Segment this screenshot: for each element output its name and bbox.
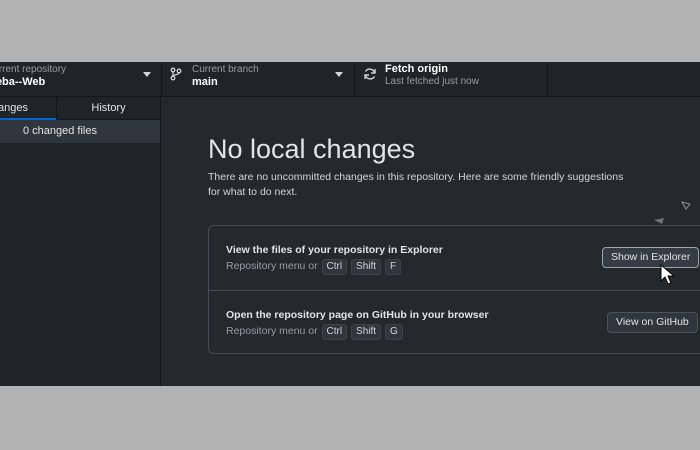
last-fetched-status: Last fetched just now bbox=[385, 76, 479, 87]
github-desktop-window: Current repository Heba--Web Current bra… bbox=[0, 62, 700, 386]
chevron-down-icon bbox=[335, 72, 343, 77]
page-description: There are no uncommitted changes in this… bbox=[208, 171, 624, 198]
view-on-github-button[interactable]: View on GitHub bbox=[607, 312, 698, 333]
suggestion-view-on-github: Open the repository page on GitHub in yo… bbox=[209, 290, 700, 355]
suggestions-panel: View the files of your repository in Exp… bbox=[208, 225, 700, 354]
show-in-explorer-button[interactable]: Show in Explorer bbox=[602, 247, 700, 268]
current-branch-name: main bbox=[192, 76, 218, 88]
toolbar: Current repository Heba--Web Current bra… bbox=[0, 62, 700, 97]
page-title: No local changes bbox=[208, 134, 416, 164]
current-repository-name: Heba--Web bbox=[0, 76, 46, 88]
chevron-down-icon bbox=[143, 72, 151, 77]
tab-changes-label: Changes bbox=[0, 102, 29, 114]
branch-icon bbox=[170, 67, 182, 81]
changed-files-header: 0 changed files bbox=[0, 120, 160, 143]
current-branch-dropdown[interactable]: Current branch main bbox=[162, 62, 355, 96]
kbd-key: F bbox=[384, 259, 402, 275]
sync-icon bbox=[364, 68, 376, 80]
tab-history-label: History bbox=[91, 102, 126, 114]
fetch-origin-button[interactable]: Fetch origin Last fetched just now bbox=[355, 62, 548, 96]
kbd-ctrl: Ctrl bbox=[321, 259, 348, 275]
suggestion-title: View the files of your repository in Exp… bbox=[226, 244, 443, 256]
changed-files-count: 0 changed files bbox=[23, 125, 97, 137]
current-repository-dropdown[interactable]: Current repository Heba--Web bbox=[0, 62, 162, 96]
kbd-shift: Shift bbox=[351, 259, 382, 275]
current-branch-title: Current branch bbox=[192, 64, 259, 75]
sidebar-tabs: Changes History bbox=[0, 97, 160, 120]
hint-prefix: Repository menu or bbox=[226, 325, 318, 337]
hint-prefix: Repository menu or bbox=[226, 260, 318, 272]
suggestion-show-in-explorer: View the files of your repository in Exp… bbox=[209, 226, 700, 290]
kbd-key: G bbox=[384, 324, 403, 340]
suggestion-hint: Repository menu or Ctrl Shift G bbox=[226, 324, 403, 340]
fetch-origin-label: Fetch origin bbox=[385, 63, 448, 75]
kbd-ctrl: Ctrl bbox=[321, 324, 348, 340]
tab-changes[interactable]: Changes bbox=[0, 97, 57, 120]
mouse-cursor-icon bbox=[660, 264, 676, 285]
tab-history[interactable]: History bbox=[57, 97, 160, 119]
suggestion-hint: Repository menu or Ctrl Shift F bbox=[226, 259, 402, 275]
suggestion-title: Open the repository page on GitHub in yo… bbox=[226, 309, 489, 321]
kbd-shift: Shift bbox=[351, 324, 382, 340]
current-repository-title: Current repository bbox=[0, 64, 67, 75]
sidebar: Changes History 0 changed files bbox=[0, 97, 161, 386]
